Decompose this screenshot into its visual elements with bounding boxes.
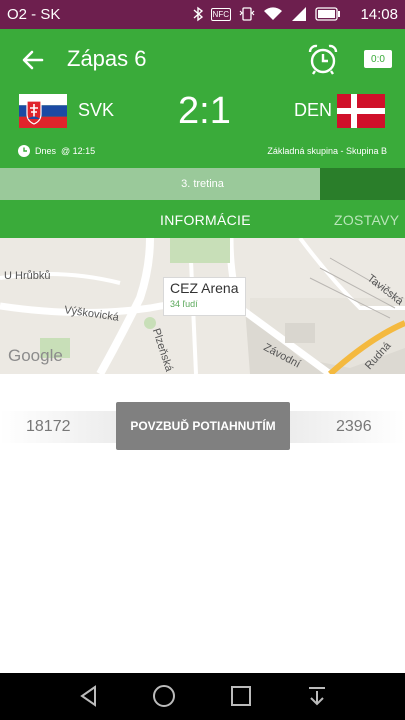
back-arrow-icon[interactable]: [20, 47, 46, 73]
tab-lineups[interactable]: ZOSTAVY: [334, 200, 399, 238]
clock-icon: [18, 145, 30, 157]
bluetooth-icon: [193, 6, 203, 22]
venue-attendance: 34 ľudí: [170, 299, 198, 309]
match-datetime: Dnes @ 12:15: [18, 145, 95, 157]
scoreboard-icon[interactable]: 0:0: [364, 50, 392, 68]
venue-info-bubble[interactable]: CEZ Arena 34 ľudí: [163, 277, 247, 316]
tab-bar: INFORMÁCIE ZOSTAVY: [0, 200, 405, 238]
period-progress-bar: 3. tretina: [0, 168, 405, 200]
away-cheer-count: 2396: [336, 418, 372, 435]
battery-icon: [315, 7, 340, 21]
nfc-icon: NFC: [210, 7, 231, 21]
home-cheer-count: 18172: [26, 418, 71, 435]
venue-name: CEZ Arena: [170, 280, 239, 296]
match-group: Základná skupina - Skupina B: [267, 146, 387, 156]
status-bar: O2 - SK NFC 14:08: [0, 0, 405, 29]
nav-back-icon[interactable]: [76, 683, 102, 709]
app-bar: Zápas 6 0:0: [0, 29, 405, 90]
match-header: SVK 2:1 DEN Dnes @ 12:15 Základná skupin…: [0, 90, 405, 168]
system-navigation-bar: [0, 673, 405, 720]
period-label: 3. tretina: [181, 178, 224, 190]
status-icons: NFC: [193, 5, 341, 23]
cheer-drag-button[interactable]: POVZBUĎ POTIAHNUTÍM: [116, 402, 290, 450]
clock: 14:08: [360, 6, 398, 23]
match-score: 2:1: [178, 90, 231, 132]
slovakia-flag-icon: [19, 94, 67, 128]
nav-home-icon[interactable]: [151, 683, 177, 709]
nav-recents-icon[interactable]: [228, 683, 254, 709]
away-team-code: DEN: [294, 100, 333, 120]
match-datetime-label: Dnes @ 12:15: [35, 146, 96, 156]
signal-icon: [292, 7, 306, 21]
nav-notifications-icon[interactable]: [304, 683, 330, 709]
home-team-code: SVK: [78, 100, 115, 120]
google-logo: Google: [8, 346, 63, 365]
venue-map[interactable]: U Hrůbků Výškovická Plzeňská Závodní Rud…: [0, 238, 405, 374]
street-label: U Hrůbků: [4, 270, 51, 282]
scoreboard-icon-text: 0:0: [371, 54, 385, 65]
vibrate-icon: [239, 7, 255, 21]
denmark-flag-icon: [337, 94, 385, 128]
alarm-clock-icon[interactable]: [306, 43, 340, 77]
tab-information[interactable]: INFORMÁCIE: [160, 200, 251, 238]
cheer-slider: 18172 2396 POVZBUĎ POTIAHNUTÍM: [0, 402, 405, 450]
page-title: Zápas 6: [67, 46, 147, 71]
carrier-label: O2 - SK: [7, 6, 61, 23]
wifi-icon: [264, 7, 282, 20]
